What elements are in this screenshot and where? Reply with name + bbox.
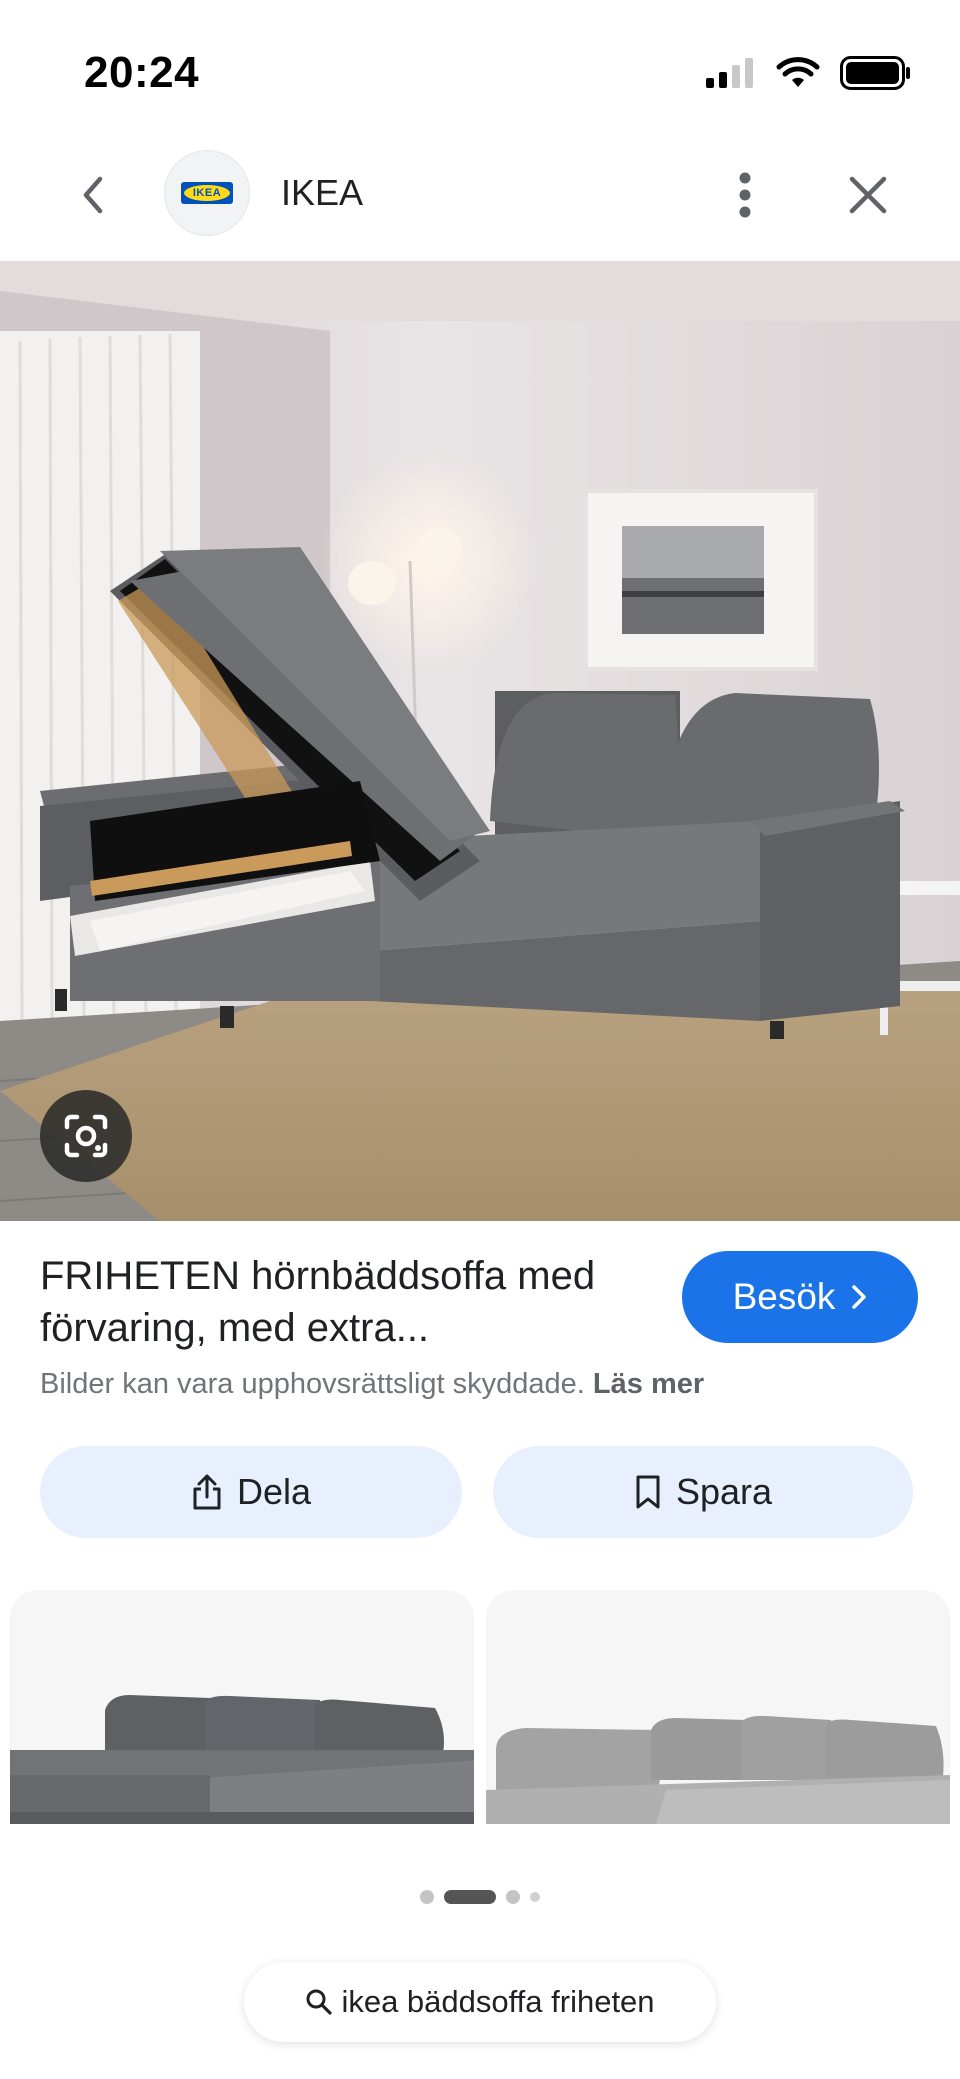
battery-icon	[840, 56, 910, 90]
signal-icon	[706, 58, 753, 88]
sofa-room-illustration	[0, 261, 960, 1221]
copyright-notice: Bilder kan vara upphovsrättsligt skyddad…	[40, 1368, 704, 1401]
share-button[interactable]: Dela	[40, 1446, 462, 1538]
pager-dot[interactable]	[530, 1892, 540, 1902]
copyright-text: Bilder kan vara upphovsrättsligt skyddad…	[40, 1368, 585, 1400]
share-label: Dela	[236, 1471, 312, 1512]
related-image-card[interactable]	[10, 1590, 474, 1824]
status-time: 20:24	[84, 48, 200, 97]
related-image-card[interactable]	[486, 1590, 950, 1824]
save-button[interactable]: Spara	[493, 1446, 913, 1538]
wifi-icon	[776, 57, 820, 87]
status-icons	[704, 56, 912, 90]
close-button[interactable]	[840, 160, 896, 230]
visit-label: Besök	[732, 1276, 836, 1317]
product-title[interactable]: FRIHETEN hörnbäddsoffa med förvaring, me…	[40, 1250, 640, 1354]
pager-dot-active[interactable]	[444, 1890, 496, 1904]
site-name[interactable]: IKEA	[281, 172, 363, 214]
pager-dot[interactable]	[506, 1890, 520, 1904]
bookmark-icon	[636, 1475, 660, 1509]
site-logo[interactable]: IKEA	[164, 150, 250, 236]
related-sofa-image	[486, 1715, 950, 1824]
chevron-right-icon	[852, 1285, 867, 1309]
share-icon	[193, 1474, 221, 1510]
back-button[interactable]	[62, 160, 122, 230]
related-sofa-image	[10, 1695, 474, 1824]
pager-dot[interactable]	[420, 1890, 434, 1904]
carousel-pager	[0, 1890, 960, 1904]
search-icon	[306, 1989, 333, 2015]
lens-icon	[64, 1114, 108, 1158]
lens-search-button[interactable]	[40, 1090, 132, 1182]
back-icon	[83, 176, 103, 214]
search-query-chip[interactable]: ikea bäddsoffa friheten	[244, 1962, 716, 2042]
visit-button[interactable]: Besök	[682, 1251, 918, 1343]
ikea-logo-icon: IKEA	[181, 182, 233, 204]
read-more-link[interactable]: Läs mer	[593, 1368, 704, 1400]
product-image[interactable]	[0, 261, 960, 1221]
more-vert-icon	[739, 172, 751, 218]
close-icon	[849, 176, 887, 214]
more-options-button[interactable]	[720, 160, 770, 230]
save-label: Spara	[675, 1471, 773, 1512]
search-query: ikea bäddsoffa friheten	[341, 1984, 655, 2019]
logo-text: IKEA	[184, 185, 230, 201]
